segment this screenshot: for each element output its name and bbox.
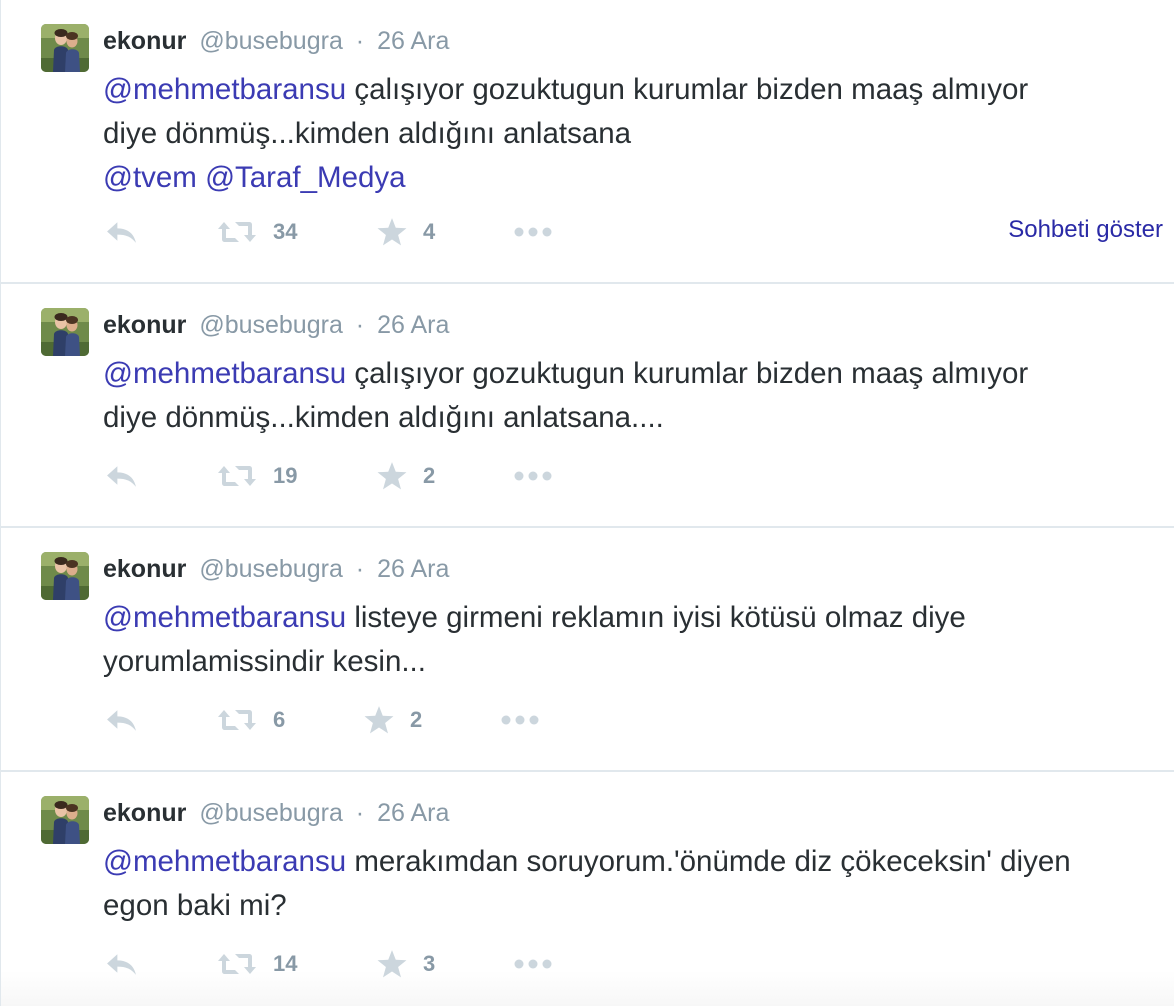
reply-icon (105, 220, 138, 245)
username[interactable]: @busebugra (199, 311, 343, 339)
retweet-count: 14 (273, 951, 298, 976)
reply-button[interactable] (105, 456, 138, 496)
retweet-icon (217, 464, 257, 488)
mention-link[interactable]: @mehmetbaransu (103, 357, 346, 390)
separator-dot: · (355, 27, 365, 55)
star-icon (364, 706, 394, 734)
tweet-timeline: ekonur @busebugra · 26 Ara @mehmetbarans… (0, 0, 1174, 1006)
tweet[interactable]: ekonur @busebugra · 26 Ara @mehmetbarans… (1, 0, 1174, 284)
tweet-text-line: listeye girmeni reklamın iyisi kötüsü ol… (346, 601, 966, 634)
tweet-text-line: çalışıyor gozuktugun kurumlar bizden maa… (346, 357, 1029, 390)
favorite-count: 3 (423, 951, 436, 976)
tweet-text: @mehmetbaransu listeye girmeni reklamın … (103, 596, 1163, 684)
tweet-text-line: egon baki mi? (103, 889, 287, 922)
retweet-button[interactable]: 6 (217, 700, 285, 740)
reply-icon (105, 708, 138, 733)
reply-icon (105, 464, 138, 489)
mention-link[interactable]: @mehmetbaransu (103, 73, 346, 106)
retweet-icon (217, 708, 257, 732)
tweet-header: ekonur @busebugra · 26 Ara (103, 25, 449, 57)
show-conversation-link[interactable]: Sohbeti göster (1008, 216, 1163, 244)
retweet-button[interactable]: 14 (217, 944, 297, 984)
fullname[interactable]: ekonur (103, 27, 186, 55)
username[interactable]: @busebugra (199, 27, 343, 55)
avatar-image (41, 308, 89, 356)
retweet-count: 34 (273, 219, 298, 244)
mention-link[interactable]: @Taraf_Medya (205, 161, 405, 194)
tweet-header: ekonur @busebugra · 26 Ara (103, 553, 449, 585)
tweet-header: ekonur @busebugra · 26 Ara (103, 797, 449, 829)
retweet-count: 19 (273, 463, 298, 488)
separator-dot: · (355, 311, 365, 339)
tweet-text-line: çalışıyor gozuktugun kurumlar bizden maa… (346, 73, 1029, 106)
retweet-button[interactable]: 34 (217, 212, 297, 252)
reply-button[interactable] (105, 700, 138, 740)
avatar-image (41, 24, 89, 72)
tweet-actions: 6 2 (103, 700, 1163, 740)
reply-button[interactable] (105, 944, 138, 984)
avatar-image (41, 796, 89, 844)
more-dots-icon (514, 227, 552, 237)
timestamp[interactable]: 26 Ara (377, 555, 449, 583)
more-dots-icon (514, 959, 552, 969)
avatar-image (41, 552, 89, 600)
mention-link[interactable]: @mehmetbaransu (103, 601, 346, 634)
more-button[interactable] (514, 212, 552, 252)
username[interactable]: @busebugra (199, 555, 343, 583)
mention-link[interactable]: @mehmetbaransu (103, 845, 346, 878)
tweet-text-line: diye dönmüş...kimden aldığını anlatsana (103, 117, 632, 150)
star-icon (377, 218, 407, 246)
tweet-text-line: merakımdan soruyorum.'önümde diz çökecek… (346, 845, 1071, 878)
more-button[interactable] (514, 456, 552, 496)
reply-icon (105, 952, 138, 977)
tweet[interactable]: ekonur @busebugra · 26 Ara @mehmetbarans… (1, 284, 1174, 528)
tweet-actions: 14 3 (103, 944, 1163, 984)
avatar[interactable] (41, 796, 89, 844)
favorite-count: 4 (423, 219, 436, 244)
mention-link[interactable]: @tvem (103, 161, 197, 194)
timestamp[interactable]: 26 Ara (377, 311, 449, 339)
reply-button[interactable] (105, 212, 138, 252)
tweet-text: @mehmetbaransu çalışıyor gozuktugun kuru… (103, 68, 1163, 200)
fullname[interactable]: ekonur (103, 799, 186, 827)
more-dots-icon (514, 471, 552, 481)
more-button[interactable] (514, 944, 552, 984)
timestamp[interactable]: 26 Ara (377, 27, 449, 55)
favorite-count: 2 (410, 707, 423, 732)
avatar[interactable] (41, 552, 89, 600)
favorite-button[interactable]: 4 (377, 212, 435, 252)
favorite-button[interactable]: 2 (364, 700, 422, 740)
tweet-text: @mehmetbaransu merakımdan soruyorum.'önü… (103, 840, 1163, 928)
star-icon (377, 950, 407, 978)
tweet-header: ekonur @busebugra · 26 Ara (103, 309, 449, 341)
tweet-actions: 34 4 Sohbeti göster (103, 212, 1163, 252)
avatar[interactable] (41, 308, 89, 356)
star-icon (377, 462, 407, 490)
separator-dot: · (355, 799, 365, 827)
retweet-icon (217, 952, 257, 976)
separator-dot: · (355, 555, 365, 583)
fullname[interactable]: ekonur (103, 311, 186, 339)
tweet-text-line: yorumlamissindir kesin... (103, 645, 426, 678)
more-button[interactable] (501, 700, 539, 740)
tweet[interactable]: ekonur @busebugra · 26 Ara @mehmetbarans… (1, 528, 1174, 772)
timestamp[interactable]: 26 Ara (377, 799, 449, 827)
favorite-button[interactable]: 2 (377, 456, 435, 496)
retweet-icon (217, 220, 257, 244)
tweet-actions: 19 2 (103, 456, 1163, 496)
favorite-button[interactable]: 3 (377, 944, 435, 984)
favorite-count: 2 (423, 463, 436, 488)
username[interactable]: @busebugra (199, 799, 343, 827)
tweet-text: @mehmetbaransu çalışıyor gozuktugun kuru… (103, 352, 1163, 440)
more-dots-icon (501, 715, 539, 725)
tweet-text-line: diye dönmüş...kimden aldığını anlatsana.… (103, 401, 664, 434)
fullname[interactable]: ekonur (103, 555, 186, 583)
tweet[interactable]: ekonur @busebugra · 26 Ara @mehmetbarans… (1, 772, 1174, 1006)
avatar[interactable] (41, 24, 89, 72)
retweet-button[interactable]: 19 (217, 456, 297, 496)
retweet-count: 6 (273, 707, 286, 732)
